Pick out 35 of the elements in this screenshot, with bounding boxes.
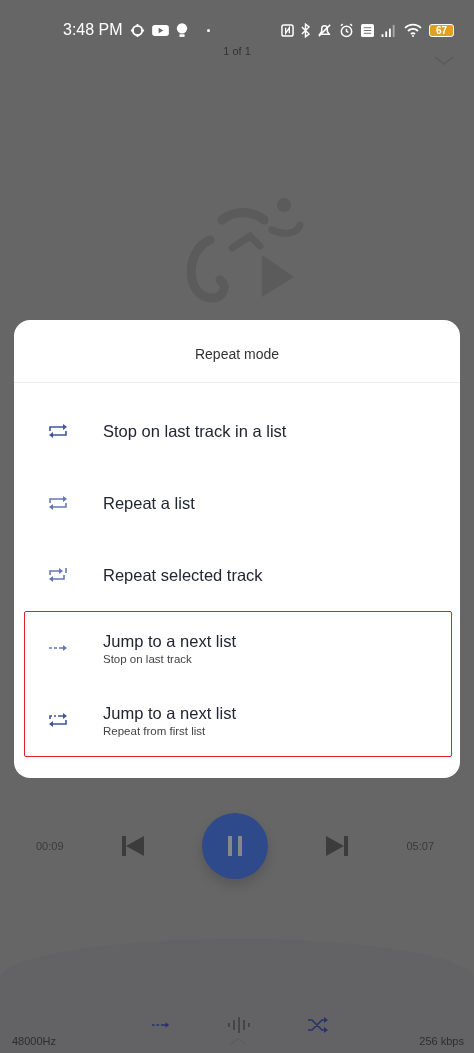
option-description: Repeat from first list — [103, 724, 207, 737]
option-description: Stop on last track — [103, 652, 193, 665]
repeat-option[interactable]: Jump to a next list Repeat from first list — [25, 684, 451, 756]
dot-icon — [206, 28, 210, 32]
alarm-icon — [338, 22, 354, 38]
equalizer-icon[interactable] — [228, 1017, 250, 1033]
option-label: Repeat a list — [103, 493, 195, 513]
status-time: 3:48 PM — [63, 21, 123, 39]
option-label: Jump to a next list — [103, 703, 236, 723]
next-icon[interactable] — [326, 836, 349, 856]
option-label: Repeat selected track — [103, 565, 263, 585]
option-label: Jump to a next list — [103, 631, 236, 651]
repeat-option[interactable]: Jump to a next list Stop on last track — [25, 612, 451, 684]
repeat-option[interactable]: Stop on last track in a list — [14, 395, 460, 467]
bulb-icon — [175, 23, 188, 37]
repeat-icon — [48, 423, 68, 439]
repeat-mode-icon[interactable] — [152, 1021, 170, 1029]
shuffle-icon[interactable] — [308, 1017, 328, 1033]
sample-rate: 48000Hz — [12, 1035, 57, 1047]
repeat-option[interactable]: Repeat a list — [14, 467, 460, 539]
repeat-icon — [48, 567, 68, 583]
video-icon — [151, 23, 169, 37]
repeat-icon — [48, 495, 68, 511]
nfc-icon — [280, 23, 294, 37]
dialog-title: Repeat mode — [14, 320, 460, 383]
repeat-icon — [48, 712, 68, 728]
battery-indicator: 67 — [428, 23, 454, 37]
option-label: Stop on last track in a list — [103, 421, 287, 441]
repeat-option[interactable]: Repeat selected track — [14, 539, 460, 611]
previous-icon[interactable] — [121, 836, 144, 856]
mute-icon — [316, 22, 332, 38]
wifi-icon — [403, 23, 422, 37]
signal-icon — [380, 23, 397, 37]
bluetooth-icon — [300, 22, 310, 38]
pause-icon — [225, 835, 245, 857]
